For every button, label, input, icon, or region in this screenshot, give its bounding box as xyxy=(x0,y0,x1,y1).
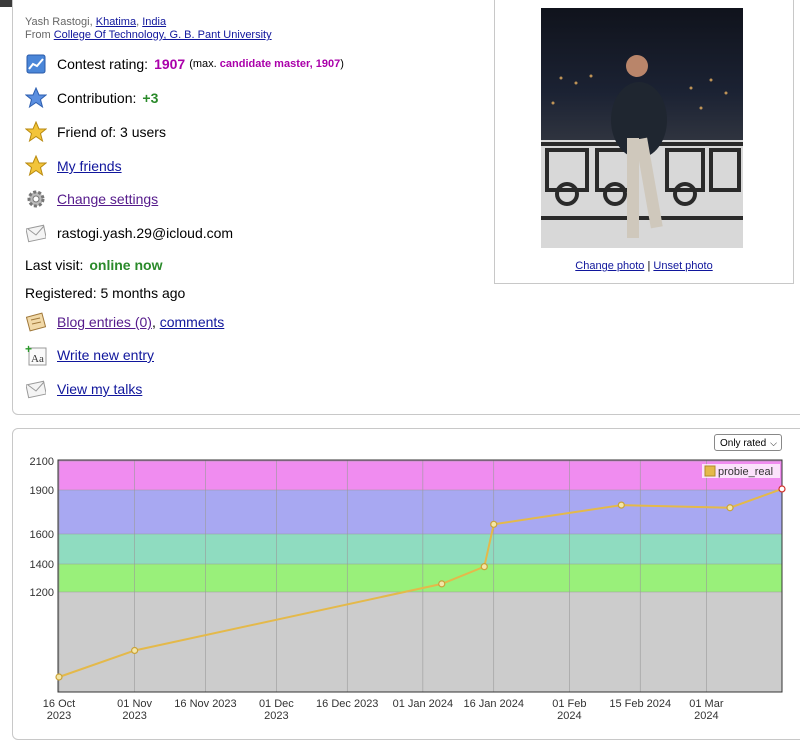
x-tick-label: 16 Nov 2023 xyxy=(174,698,236,710)
y-tick-label: 1600 xyxy=(30,529,54,541)
x-tick-label: 01 Dec xyxy=(259,698,294,710)
rating-point xyxy=(490,520,498,528)
x-tick-label: 01 Mar xyxy=(689,698,724,710)
rating-point xyxy=(726,504,734,512)
rating-chart: 1200140016001900210016 Oct202301 Nov2023… xyxy=(30,456,786,722)
rating-band xyxy=(58,490,782,534)
x-tick-label-year: 2024 xyxy=(557,710,581,722)
rating-band xyxy=(58,534,782,564)
x-tick-label: 01 Feb xyxy=(552,698,586,710)
rating-point xyxy=(131,646,139,655)
x-tick-label: 16 Oct xyxy=(43,698,75,710)
legend-label: probie_real xyxy=(718,466,773,478)
x-tick-label: 16 Dec 2023 xyxy=(316,698,378,710)
rating-band xyxy=(58,592,782,692)
rating-point xyxy=(480,563,488,571)
rating-point xyxy=(55,673,63,681)
x-tick-label: 16 Jan 2024 xyxy=(463,698,524,710)
x-tick-label: 01 Jan 2024 xyxy=(393,698,454,710)
rating-point xyxy=(617,501,625,509)
y-tick-label: 1900 xyxy=(30,485,54,497)
x-tick-label: 01 Nov xyxy=(117,698,152,710)
y-tick-label: 2100 xyxy=(30,456,54,468)
rating-point xyxy=(778,485,786,493)
rating-point xyxy=(438,580,446,588)
rating-band xyxy=(58,460,782,490)
x-tick-label: 15 Feb 2024 xyxy=(609,698,671,710)
x-tick-label-year: 2023 xyxy=(264,710,288,722)
x-tick-label-year: 2023 xyxy=(47,710,71,722)
legend-swatch xyxy=(704,465,716,477)
y-tick-label: 1200 xyxy=(30,587,54,599)
x-tick-label-year: 2023 xyxy=(122,710,146,722)
y-tick-label: 1400 xyxy=(30,559,54,571)
x-tick-label-year: 2024 xyxy=(694,710,718,722)
